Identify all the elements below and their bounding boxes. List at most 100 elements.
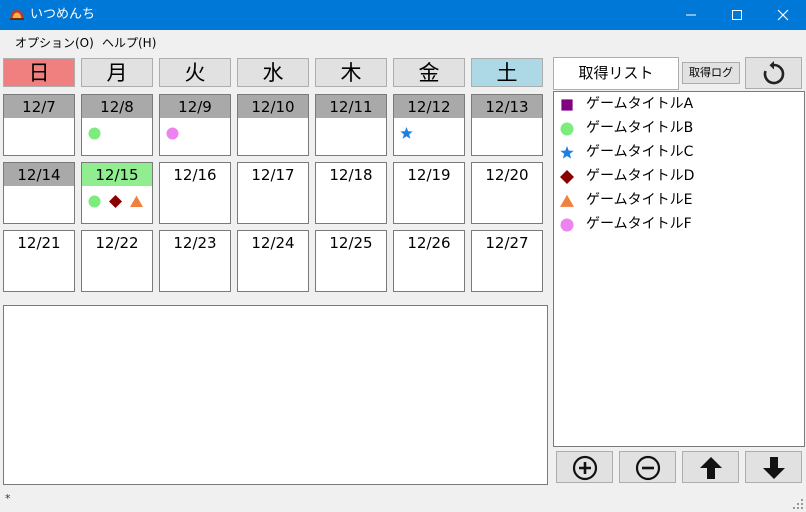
day-date-label: 12/17	[251, 166, 295, 184]
refresh-button[interactable]	[745, 57, 802, 89]
day-date-label: 12/25	[329, 234, 373, 252]
day-cell[interactable]: 12/9	[159, 94, 231, 156]
blue-star-icon	[560, 145, 574, 159]
resize-grip-icon[interactable]	[793, 499, 803, 509]
acquired-list-button[interactable]: 取得リスト	[553, 57, 679, 90]
game-list-item[interactable]: ゲームタイトルD	[560, 166, 800, 186]
day-cell[interactable]: 12/19	[393, 162, 465, 224]
weekday-monday: 月	[81, 58, 153, 87]
maximize-icon	[732, 10, 742, 20]
game-title: ゲームタイトルF	[586, 216, 692, 232]
status-text: *	[5, 492, 11, 505]
purple-square-icon	[560, 97, 574, 111]
day-cell[interactable]: 12/25	[315, 230, 387, 292]
day-cell[interactable]: 12/7	[3, 94, 75, 156]
minimize-icon	[686, 14, 696, 16]
dark-red-diamond-icon	[109, 193, 122, 208]
day-cell[interactable]: 12/22	[81, 230, 153, 292]
green-circle-icon	[560, 121, 574, 136]
close-icon	[777, 9, 789, 21]
day-date-label: 12/13	[472, 95, 542, 118]
day-cell[interactable]: 12/27	[471, 230, 543, 292]
game-title: ゲームタイトルD	[586, 168, 695, 184]
day-date-label: 12/12	[394, 95, 464, 118]
day-cell[interactable]: 12/15	[81, 162, 153, 224]
day-cell[interactable]: 12/16	[159, 162, 231, 224]
day-cell[interactable]: 12/8	[81, 94, 153, 156]
day-cell[interactable]: 12/24	[237, 230, 309, 292]
day-date-label: 12/27	[485, 234, 529, 252]
weekday-sunday: 日	[3, 58, 75, 87]
minimize-button[interactable]	[668, 0, 714, 30]
menu-help[interactable]: ヘルプ(H)	[102, 36, 156, 50]
day-date-label: 12/9	[160, 95, 230, 118]
game-list-item[interactable]: ゲームタイトルA	[560, 94, 800, 114]
day-cell[interactable]: 12/26	[393, 230, 465, 292]
refresh-icon	[763, 61, 785, 85]
day-date-label: 12/15	[82, 163, 152, 186]
day-date-label: 12/10	[238, 95, 308, 118]
pink-circle-icon	[166, 125, 179, 140]
day-date-label: 12/21	[17, 234, 61, 252]
game-list-item[interactable]: ゲームタイトルC	[560, 142, 800, 162]
day-date-label: 12/8	[82, 95, 152, 118]
status-bar: *	[0, 488, 806, 512]
day-cell[interactable]: 12/10	[237, 94, 309, 156]
maximize-button[interactable]	[714, 0, 760, 30]
day-date-label: 12/7	[4, 95, 74, 118]
day-date-label: 12/19	[407, 166, 451, 184]
title-bar: いつめんち	[0, 0, 806, 30]
close-button[interactable]	[760, 0, 806, 30]
day-cell[interactable]: 12/20	[471, 162, 543, 224]
orange-triangle-icon	[130, 193, 143, 207]
acquired-log-button[interactable]: 取得ログ	[682, 62, 740, 84]
day-cell[interactable]: 12/23	[159, 230, 231, 292]
weekday-tuesday: 火	[159, 58, 231, 87]
day-date-label: 12/23	[173, 234, 217, 252]
weekday-friday: 金	[393, 58, 465, 87]
add-icon	[572, 455, 598, 481]
day-cell[interactable]: 12/14	[3, 162, 75, 224]
day-cell[interactable]: 12/11	[315, 94, 387, 156]
remove-game-button[interactable]	[619, 451, 676, 483]
orange-triangle-icon	[560, 193, 574, 207]
memo-textarea[interactable]	[3, 305, 548, 485]
add-game-button[interactable]	[556, 451, 613, 483]
day-date-label: 12/14	[4, 163, 74, 186]
day-cell[interactable]: 12/17	[237, 162, 309, 224]
blue-star-icon	[400, 125, 413, 139]
arrow-up-icon	[700, 457, 722, 479]
day-date-label: 12/11	[316, 95, 386, 118]
day-cell[interactable]: 12/13	[471, 94, 543, 156]
window-title: いつめんち	[30, 7, 96, 22]
game-list-item[interactable]: ゲームタイトルF	[560, 214, 800, 234]
game-list-item[interactable]: ゲームタイトルE	[560, 190, 800, 210]
game-list[interactable]: ゲームタイトルA ゲームタイトルB ゲームタイトルC ゲームタイトルD ゲームタイトルE…	[553, 91, 805, 447]
game-title: ゲームタイトルC	[586, 144, 694, 160]
move-up-button[interactable]	[682, 451, 739, 483]
day-date-label: 12/18	[329, 166, 373, 184]
day-cell[interactable]: 12/12	[393, 94, 465, 156]
arrow-down-icon	[763, 457, 785, 479]
green-circle-icon	[88, 193, 101, 208]
pink-circle-icon	[560, 217, 574, 232]
game-list-item[interactable]: ゲームタイトルB	[560, 118, 800, 138]
menu-option[interactable]: オプション(O)	[15, 36, 94, 50]
game-title: ゲームタイトルB	[586, 120, 694, 136]
weekday-thursday: 木	[315, 58, 387, 87]
app-icon	[10, 10, 24, 20]
day-date-label: 12/22	[95, 234, 139, 252]
game-title: ゲームタイトルA	[586, 96, 694, 112]
day-date-label: 12/26	[407, 234, 451, 252]
day-date-label: 12/24	[251, 234, 295, 252]
day-cell[interactable]: 12/21	[3, 230, 75, 292]
weekday-wednesday: 水	[237, 58, 309, 87]
move-down-button[interactable]	[745, 451, 802, 483]
day-cell[interactable]: 12/18	[315, 162, 387, 224]
weekday-saturday: 土	[471, 58, 543, 87]
menu-bar: オプション(O) ヘルプ(H)	[0, 30, 806, 55]
dark-red-diamond-icon	[560, 169, 574, 184]
day-date-label: 12/16	[173, 166, 217, 184]
day-date-label: 12/20	[485, 166, 529, 184]
game-title: ゲームタイトルE	[586, 192, 693, 208]
